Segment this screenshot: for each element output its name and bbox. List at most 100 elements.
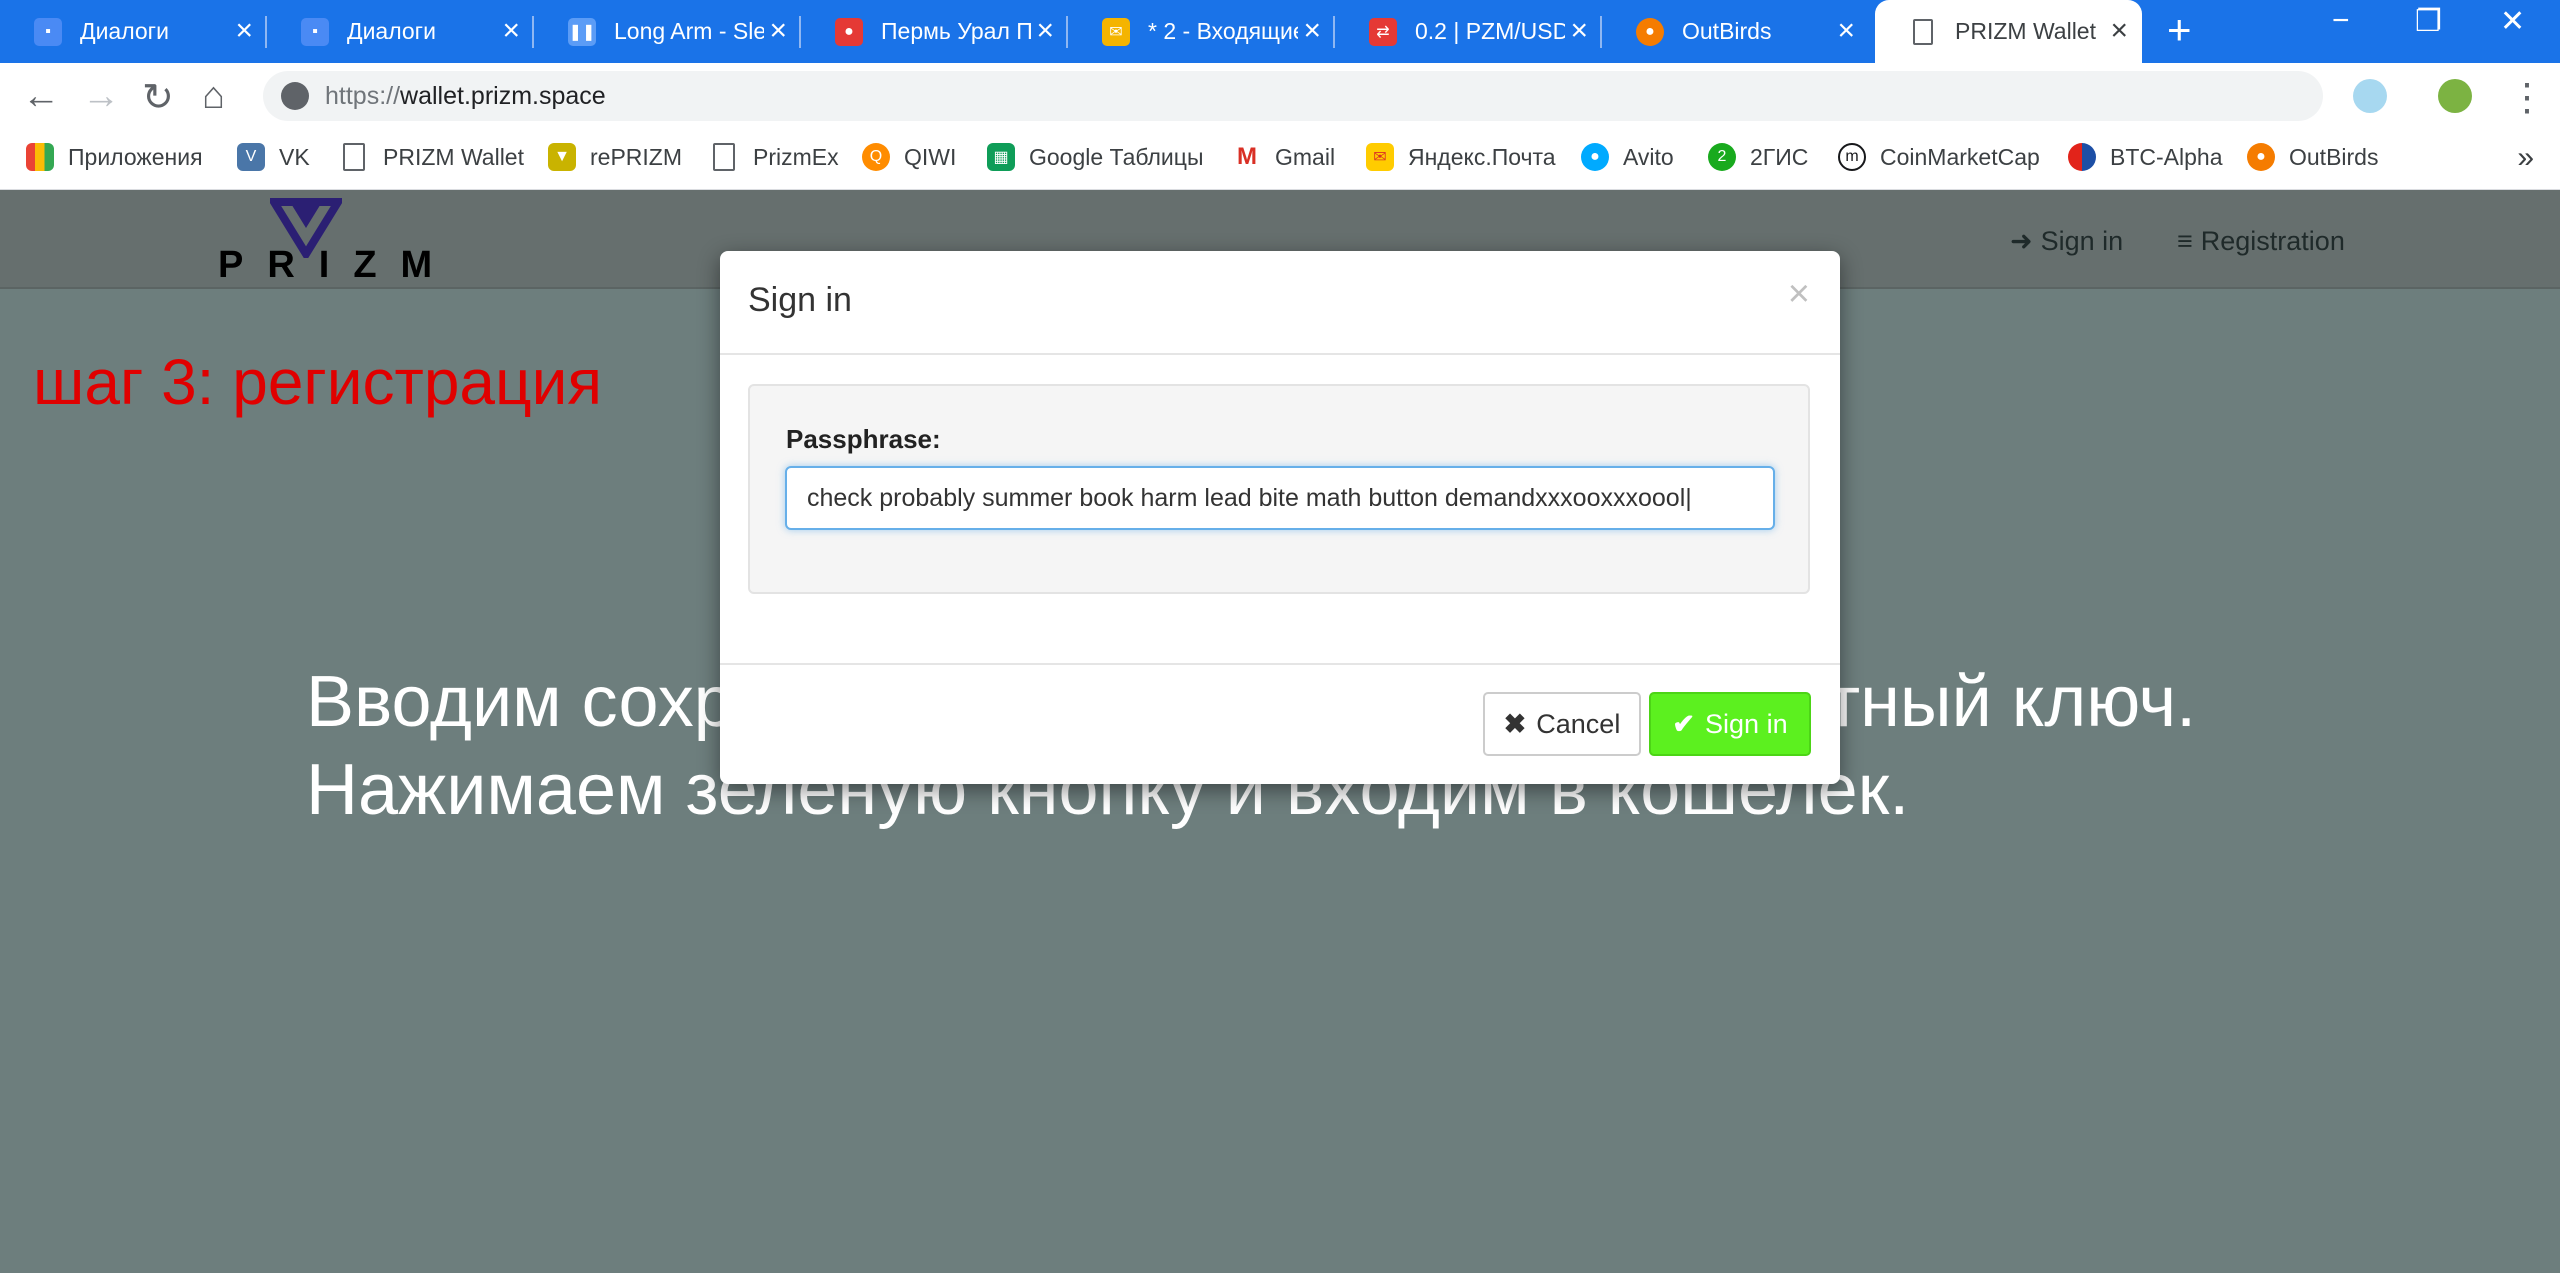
passphrase-well: Passphrase:: [748, 384, 1810, 594]
forward-icon[interactable]: →: [82, 75, 120, 118]
btc-alpha-icon: [2068, 143, 2096, 171]
bookmark-prizm-wallet[interactable]: PRIZM Wallet: [343, 143, 524, 171]
site-info-icon[interactable]: [281, 82, 309, 110]
close-tab-icon[interactable]: ×: [1570, 14, 1588, 48]
bookmark-coinmarketcap[interactable]: m CoinMarketCap: [1838, 143, 2040, 171]
bookmark-label: PRIZM Wallet: [383, 143, 524, 170]
bookmark-qiwi[interactable]: Q QIWI: [862, 143, 956, 171]
bookmark-2gis[interactable]: 2 2ГИС: [1708, 143, 1808, 171]
cancel-button[interactable]: ✖ Cancel: [1483, 692, 1641, 756]
2gis-icon: 2: [1708, 143, 1736, 171]
tab-prizm-wallet[interactable]: PRIZM Wallet ×: [1875, 0, 2142, 63]
signin-modal: Sign in × Passphrase: ✖ Cancel ✔ Sign in: [720, 251, 1840, 784]
tab-title: * 2 - Входящие: [1148, 18, 1298, 44]
bookmark-label: rePRIZM: [590, 143, 682, 170]
tab-title: Диалоги: [80, 18, 169, 44]
back-icon[interactable]: ←: [22, 75, 60, 118]
bookmark-label: CoinMarketCap: [1880, 143, 2040, 170]
bookmarks-overflow-button[interactable]: »: [2517, 141, 2534, 175]
bookmark-label: Яндекс.Почта: [1408, 143, 1556, 170]
tab-title: 0.2 | PZM/USD: [1415, 18, 1565, 44]
bookmark-yandex-mail[interactable]: ✉ Яндекс.Почта: [1366, 143, 1556, 171]
tab-long-arm[interactable]: ❚❚ Long Arm - Sle ×: [534, 0, 801, 63]
site-logo-text: PRIZM: [218, 244, 457, 286]
close-tab-icon[interactable]: ×: [235, 14, 253, 48]
close-tab-icon[interactable]: ×: [2110, 14, 2128, 48]
mail-icon: ✉: [1102, 17, 1130, 46]
bookmark-label: PrizmEx: [753, 143, 839, 170]
bookmark-outbirds[interactable]: ● OutBirds: [2247, 143, 2378, 171]
close-tab-icon[interactable]: ×: [1837, 14, 1855, 48]
url-text: https://wallet.prizm.space: [325, 82, 606, 111]
bookmark-label: Avito: [1623, 143, 1674, 170]
url-host: wallet.prizm.space: [400, 82, 606, 110]
minimize-button[interactable]: −: [2332, 4, 2350, 38]
bookmark-btc-alpha[interactable]: BTC-Alpha: [2068, 143, 2222, 171]
modal-divider: [720, 663, 1840, 665]
tab-title: OutBirds: [1682, 18, 1772, 44]
address-bar[interactable]: https://wallet.prizm.space: [263, 71, 2323, 121]
page-icon: [343, 143, 365, 171]
tab-dialogs-2[interactable]: ▪ Диалоги ×: [267, 0, 534, 63]
tab-title: Пермь Урал П: [881, 18, 1031, 44]
nav-signin-link[interactable]: ➜ Sign in: [2010, 226, 2123, 257]
reload-icon[interactable]: ↻: [142, 75, 174, 120]
page-icon: [713, 143, 735, 171]
bookmark-reprizm[interactable]: ▼ rePRIZM: [548, 143, 682, 171]
bookmark-label: Приложения: [68, 143, 203, 170]
outbirds-icon: ●: [1636, 17, 1664, 46]
close-tab-icon[interactable]: ×: [769, 14, 787, 48]
qiwi-icon: Q: [862, 143, 890, 171]
nav-registration-link[interactable]: ≡ Registration: [2177, 226, 2345, 257]
extension-icon[interactable]: [2438, 79, 2472, 113]
tab-outbirds[interactable]: ● OutBirds ×: [1602, 0, 1869, 63]
tab-title: Диалоги: [347, 18, 436, 44]
bookmark-label: OutBirds: [2289, 143, 2379, 170]
tab-dialogs-1[interactable]: ▪ Диалоги ×: [0, 0, 267, 63]
close-tab-icon[interactable]: ×: [502, 14, 520, 48]
close-tab-icon[interactable]: ×: [1303, 14, 1321, 48]
bookmark-vk[interactable]: V VK: [237, 143, 310, 171]
bookmark-gmail[interactable]: M Gmail: [1233, 143, 1335, 171]
bookmark-prizmex[interactable]: PrizmEx: [713, 143, 839, 171]
tab-pzm-usd[interactable]: ⇄ 0.2 | PZM/USD ×: [1335, 0, 1602, 63]
chat-icon: ▪: [301, 17, 329, 46]
outbirds-icon: ●: [2247, 143, 2275, 171]
close-window-button[interactable]: ✕: [2500, 4, 2525, 39]
passphrase-label: Passphrase:: [786, 424, 941, 454]
bookmark-avito[interactable]: ● Avito: [1581, 143, 1674, 171]
close-icon[interactable]: ×: [1788, 273, 1810, 316]
new-tab-button[interactable]: +: [2167, 6, 2192, 54]
sheets-icon: ▦: [987, 143, 1015, 171]
close-tab-icon[interactable]: ×: [1036, 14, 1054, 48]
signin-button[interactable]: ✔ Sign in: [1649, 692, 1811, 756]
ural-icon: ●: [835, 17, 863, 46]
bookmarks-bar: Приложения V VK PRIZM Wallet ▼ rePRIZM P…: [0, 129, 2560, 190]
bookmark-label: 2ГИС: [1750, 143, 1809, 170]
apps-grid-icon: [26, 143, 54, 171]
prizm-icon: ▼: [548, 143, 576, 171]
cloud-extension-icon[interactable]: [2353, 79, 2387, 113]
yandex-mail-icon: ✉: [1366, 143, 1394, 171]
avito-icon: ●: [1581, 143, 1609, 171]
cancel-label: Cancel: [1536, 708, 1621, 739]
bookmark-label: VK: [279, 143, 310, 170]
toolbar: ← → ↻ ⌂ https://wallet.prizm.space ⋮: [0, 63, 2560, 129]
chat-icon: ▪: [34, 17, 62, 46]
bookmark-google-sheets[interactable]: ▦ Google Таблицы: [987, 143, 1203, 171]
menu-icon[interactable]: ⋮: [2508, 75, 2546, 120]
tab-perm-ural[interactable]: ● Пермь Урал П ×: [801, 0, 1068, 63]
nav-registration-label: Registration: [2200, 226, 2345, 256]
page-icon: [1909, 18, 1937, 46]
home-icon[interactable]: ⌂: [202, 75, 225, 118]
tab-title: PRIZM Wallet: [1955, 18, 2096, 44]
tab-title: Long Arm - Sle: [614, 18, 764, 44]
bookmark-label: Google Таблицы: [1029, 143, 1204, 170]
passphrase-input[interactable]: [785, 466, 1775, 530]
tab-inbox[interactable]: ✉ * 2 - Входящие ×: [1068, 0, 1335, 63]
restore-button[interactable]: ❐: [2415, 4, 2442, 39]
bottom-strip: [0, 1273, 2560, 1281]
url-scheme: https://: [325, 82, 401, 110]
bookmark-apps[interactable]: Приложения: [26, 143, 203, 171]
exchange-icon: ⇄: [1369, 17, 1397, 46]
